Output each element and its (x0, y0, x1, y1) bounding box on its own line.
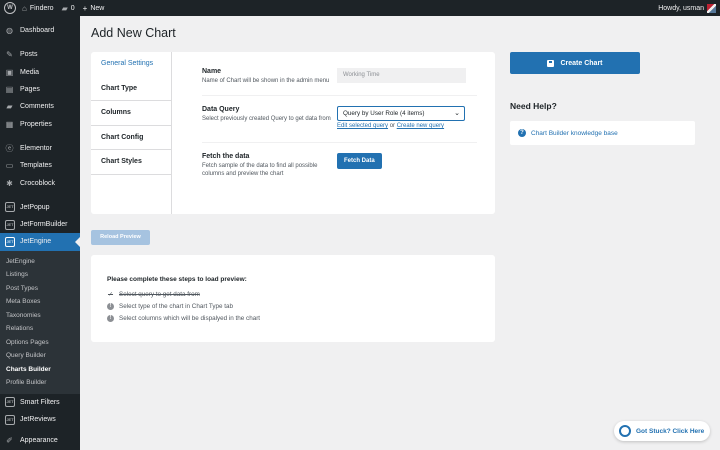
submenu-item-jetengine[interactable]: JetEngine (0, 255, 80, 269)
site-name-link[interactable]: ⌂ Findero (18, 0, 58, 16)
checkmark-icon: ✓ (107, 291, 114, 298)
account-greeting[interactable]: Howdy, usman (658, 5, 704, 12)
fetch-data-button[interactable]: Fetch Data (337, 153, 382, 169)
sidebar-item-comments[interactable]: ▰ Comments (0, 98, 80, 115)
comment-icon: ▰ (61, 3, 68, 13)
crocoblock-icon: ✱ (6, 178, 13, 188)
sidebar-item-posts[interactable]: ✎ Posts (0, 46, 80, 63)
name-input[interactable]: Working Time (337, 68, 466, 83)
lifebuoy-icon (619, 425, 631, 437)
fetch-data-label: Fetch the data (202, 153, 250, 160)
data-query-description: Select previously created Query to get d… (202, 116, 331, 122)
tab-general-settings[interactable]: General Settings (91, 52, 171, 77)
preview-card: Please complete these steps to load prev… (91, 255, 495, 342)
submenu-item-listings[interactable]: Listings (0, 268, 80, 282)
sidebar-item-smart-filters[interactable]: JET Smart Filters (0, 394, 80, 411)
sidebar-item-media[interactable]: ▣ Media (0, 64, 80, 81)
create-query-link[interactable]: Create new query (397, 123, 444, 129)
fetch-data-description: Fetch sample of the data to find all pos… (202, 163, 318, 177)
field-name: Name Name of Chart will be shown in the … (202, 68, 477, 96)
got-stuck-button[interactable]: Got Stuck? Click Here (614, 421, 710, 441)
comments-link[interactable]: ▰ 0 (58, 0, 79, 16)
submenu-item-relations[interactable]: Relations (0, 322, 80, 336)
sidebar-item-jetreviews[interactable]: JET JetReviews (0, 411, 80, 428)
tab-chart-styles[interactable]: Chart Styles (91, 150, 171, 175)
help-card: ? Chart Builder knowledge base (510, 121, 695, 145)
preview-step: ! Select columns which will be dispalyed … (107, 312, 495, 324)
submenu-item-taxonomies[interactable]: Taxonomies (0, 309, 80, 323)
sidebar-item-templates[interactable]: ▭ Templates (0, 157, 80, 174)
preview-heading: Please complete these steps to load prev… (107, 276, 247, 283)
submenu-item-options-pages[interactable]: Options Pages (0, 336, 80, 350)
sidebar-item-jetpopup[interactable]: JET JetPopup (0, 199, 80, 216)
submenu-item-charts-builder[interactable]: Charts Builder (0, 363, 80, 377)
settings-tabs: General Settings Chart Type Columns Char… (91, 52, 172, 214)
query-links: Edit selected query or Create new query (337, 123, 445, 129)
templates-icon: ▭ (5, 161, 14, 171)
preview-step: ✓ Select query to get data from (107, 290, 200, 298)
field-fetch-data: Fetch the data Fetch sample of the data … (202, 153, 477, 188)
pages-icon: ▤ (5, 85, 14, 95)
name-label: Name (202, 68, 222, 75)
submenu-item-profile-builder[interactable]: Profile Builder (0, 376, 80, 390)
home-icon: ⌂ (22, 3, 27, 13)
tab-chart-type[interactable]: Chart Type (91, 77, 171, 101)
admin-sidebar: ◍ Dashboard ✎ Posts ▣ Media ▤ Pages ▰ Comment… (0, 16, 80, 450)
plus-icon: + (82, 3, 88, 13)
new-content-link[interactable]: + New (79, 0, 109, 16)
query-select[interactable]: Query by User Role (4 items) ⌄ (337, 106, 465, 121)
data-query-label: Data Query (202, 106, 240, 113)
submenu-item-post-types[interactable]: Post Types (0, 282, 80, 296)
sidebar-item-crocoblock[interactable]: ✱ Crocoblock (0, 174, 80, 191)
question-icon: ? (518, 129, 526, 137)
knowledge-base-link[interactable]: Chart Builder knowledge base (531, 130, 618, 137)
settings-card: General Settings Chart Type Columns Char… (91, 52, 495, 214)
submenu-item-query-builder[interactable]: Query Builder (0, 349, 80, 363)
name-description: Name of Chart will be shown in the admin… (202, 78, 330, 84)
properties-icon: ▦ (5, 119, 14, 129)
field-data-query: Data Query Select previously created Que… (202, 106, 477, 143)
general-settings-panel: Name Name of Chart will be shown in the … (172, 52, 495, 214)
tab-chart-config[interactable]: Chart Config (91, 126, 171, 150)
avatar[interactable] (707, 3, 716, 13)
tab-columns[interactable]: Columns (91, 101, 171, 126)
help-heading: Need Help? (510, 101, 557, 111)
edit-query-link[interactable]: Edit selected query (337, 123, 388, 129)
jet-icon: JET (5, 202, 15, 213)
comment-icon: ▰ (6, 102, 13, 112)
media-icon: ▣ (5, 67, 14, 77)
wordpress-logo-icon[interactable]: W (4, 2, 16, 14)
dashboard-icon: ◍ (6, 26, 13, 36)
pin-icon: ✎ (6, 50, 13, 60)
preview-step: ! Select type of the chart in Chart Type … (107, 300, 495, 312)
exclamation-icon: ! (107, 314, 114, 322)
jet-icon: JET (5, 414, 15, 425)
reload-preview-button[interactable]: Reload Preview (91, 230, 150, 245)
brush-icon: ✐ (6, 436, 13, 446)
sidebar-item-appearance[interactable]: ✐ Appearance (0, 432, 80, 449)
submenu-item-meta-boxes[interactable]: Meta Boxes (0, 295, 80, 309)
save-icon (547, 59, 555, 67)
chevron-down-icon: ⌄ (454, 110, 460, 117)
jet-icon: JET (5, 236, 15, 247)
sidebar-item-elementor[interactable]: ⓔ Elementor (0, 140, 80, 157)
jet-icon: JET (5, 219, 15, 230)
sidebar-item-pages[interactable]: ▤ Pages (0, 81, 80, 98)
sidebar-item-dashboard[interactable]: ◍ Dashboard (0, 22, 80, 39)
sidebar-item-jetengine[interactable]: JET JetEngine (0, 233, 80, 251)
admin-bar: W ⌂ Findero ▰ 0 + New Howdy, usman (0, 0, 720, 16)
exclamation-icon: ! (107, 302, 114, 310)
elementor-icon: ⓔ (5, 143, 14, 153)
sidebar-item-jetformbuilder[interactable]: JET JetFormBuilder (0, 216, 80, 233)
create-chart-button[interactable]: Create Chart (510, 52, 640, 74)
page-title: Add New Chart (91, 26, 176, 40)
jet-icon: JET (5, 397, 15, 408)
jetengine-submenu: JetEngine Listings Post Types Meta Boxes… (0, 250, 80, 394)
sidebar-item-properties[interactable]: ▦ Properties (0, 115, 80, 132)
